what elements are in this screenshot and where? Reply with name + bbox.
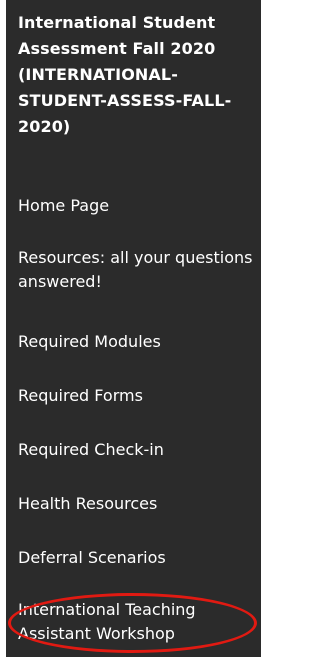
course-navigation-panel: International Student Assessment Fall 20… [6,0,261,657]
nav-item-ita-workshop[interactable]: International Teaching Assistant Worksho… [18,598,256,646]
nav-item-required-forms[interactable]: Required Forms [18,384,256,408]
nav-item-required-modules[interactable]: Required Modules [18,330,256,354]
nav-item-health-resources[interactable]: Health Resources [18,492,256,516]
nav-item-deferral-scenarios[interactable]: Deferral Scenarios [18,546,256,570]
nav-item-home-page[interactable]: Home Page [18,194,256,218]
course-title: International Student Assessment Fall 20… [18,13,232,136]
nav-item-required-check-in[interactable]: Required Check-in [18,438,256,462]
nav-item-resources[interactable]: Resources: all your questions answered! [18,246,256,294]
